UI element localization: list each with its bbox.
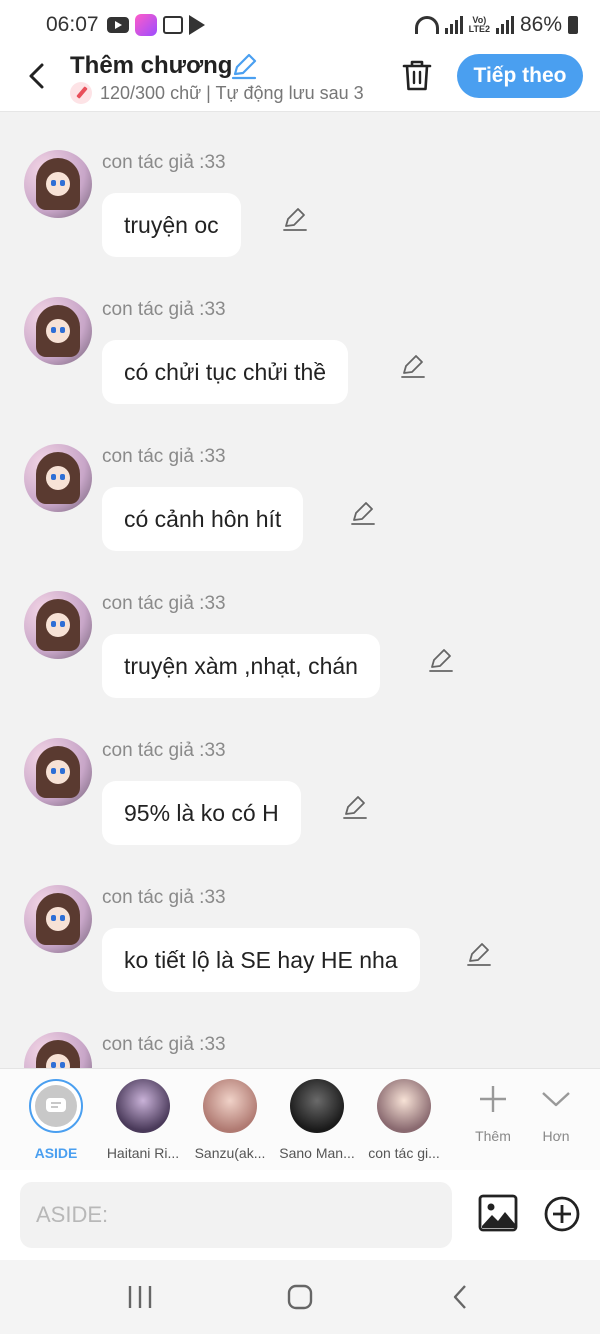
recent-apps-button[interactable] — [110, 1277, 170, 1317]
more-label: Thêm — [475, 1128, 511, 1144]
character-label: ASIDE — [34, 1145, 78, 1161]
message-list: con tác giả :33 truyện oc con tác giả :3… — [0, 112, 600, 1068]
word-count-autosave: 120/300 chữ | Tự động lưu sau 3 — [70, 82, 375, 104]
character-label: con tác gi... — [368, 1145, 440, 1161]
message-item: con tác giả :33 — [0, 1032, 600, 1068]
message-input[interactable] — [20, 1182, 452, 1248]
message-bubble[interactable]: truyện oc — [102, 193, 241, 257]
compose-bar — [0, 1170, 600, 1260]
avatar — [377, 1079, 431, 1133]
edit-message-icon[interactable] — [400, 353, 426, 379]
battery-icon — [568, 16, 578, 34]
app-notification-icon — [134, 14, 157, 36]
message-item: con tác giả :33 truyện xàm ,nhạt, chán — [0, 591, 600, 731]
character-con-tac-gia[interactable]: con tác gi... — [359, 1079, 449, 1161]
signal-icon — [444, 16, 463, 34]
message-author: con tác giả :33 — [102, 299, 226, 320]
message-item: con tác giả :33 có chửi tục chửi thề — [0, 297, 600, 437]
battery-percent: 86% — [519, 13, 562, 36]
message-bubble[interactable]: truyện xàm ,nhạt, chán — [102, 634, 380, 698]
edit-message-icon[interactable] — [466, 941, 492, 967]
play-store-icon — [188, 15, 205, 35]
youtube-icon — [106, 17, 129, 33]
character-sanzu[interactable]: Sanzu(ak... — [185, 1079, 275, 1161]
gallery-icon — [162, 16, 183, 34]
app-header: Thêm chương 120/300 chữ | Tự động lưu sa… — [0, 50, 600, 112]
message-author: con tác giả :33 — [102, 152, 226, 173]
message-bubble[interactable]: có chửi tục chửi thề — [102, 340, 349, 404]
avatar[interactable] — [24, 885, 92, 953]
edit-message-icon[interactable] — [350, 500, 376, 526]
character-label: Haitani Ri... — [106, 1145, 180, 1161]
next-button[interactable]: Tiếp theo — [457, 54, 583, 98]
character-haitani[interactable]: Haitani Ri... — [98, 1079, 188, 1161]
avatar[interactable] — [24, 1032, 92, 1068]
chevron-down-icon — [542, 1092, 570, 1107]
message-bubble[interactable]: có cảnh hôn hít — [102, 487, 304, 551]
message-bubble[interactable]: ko tiết lộ là SE hay HE nha — [102, 928, 420, 992]
lte-label: Vo) LTE2 — [468, 15, 490, 34]
page-title: Thêm chương — [70, 52, 233, 79]
edit-title-icon[interactable] — [230, 52, 258, 80]
wifi-icon — [414, 16, 439, 34]
message-author: con tác giả :33 — [102, 740, 226, 761]
signal-icon-2 — [495, 16, 514, 34]
character-sano[interactable]: Sano Man... — [272, 1079, 362, 1161]
add-circle-button[interactable] — [542, 1194, 582, 1234]
edit-message-icon[interactable] — [342, 794, 368, 820]
avatar[interactable] — [24, 738, 92, 806]
status-bar: 06:07 Vo) LTE2 86% — [0, 0, 600, 50]
expand-button[interactable]: Hơn — [526, 1083, 586, 1144]
edit-message-icon[interactable] — [428, 647, 454, 673]
message-author: con tác giả :33 — [102, 593, 226, 614]
chevron-left-icon — [29, 63, 44, 89]
message-item: con tác giả :33 truyện oc — [0, 150, 600, 290]
image-button[interactable] — [478, 1194, 518, 1232]
avatar[interactable] — [24, 591, 92, 659]
character-aside[interactable]: ASIDE — [11, 1079, 101, 1161]
home-icon — [287, 1284, 313, 1310]
add-character-button[interactable]: Thêm — [463, 1083, 523, 1144]
expand-label: Hơn — [542, 1128, 570, 1144]
aside-avatar — [29, 1079, 83, 1133]
recent-apps-icon — [128, 1286, 152, 1308]
avatar — [203, 1079, 257, 1133]
nav-back-button[interactable] — [430, 1277, 490, 1317]
message-author: con tác giả :33 — [102, 446, 226, 467]
avatar[interactable] — [24, 297, 92, 365]
avatar — [290, 1079, 344, 1133]
home-button[interactable] — [270, 1277, 330, 1317]
pencil-icon — [70, 82, 92, 104]
message-item: con tác giả :33 có cảnh hôn hít — [0, 444, 600, 584]
chat-bubble-icon — [46, 1098, 66, 1112]
avatar — [116, 1079, 170, 1133]
back-button[interactable] — [22, 62, 50, 90]
character-selector: ASIDE Haitani Ri... Sanzu(ak... Sano Man… — [0, 1068, 600, 1170]
system-nav-bar — [0, 1260, 600, 1334]
plus-icon — [480, 1086, 506, 1112]
message-item: con tác giả :33 95% là ko có H — [0, 738, 600, 878]
message-bubble[interactable]: 95% là ko có H — [102, 781, 301, 845]
edit-message-icon[interactable] — [282, 206, 308, 232]
status-time: 06:07 — [46, 13, 99, 36]
character-label: Sano Man... — [279, 1145, 355, 1161]
character-label: Sanzu(ak... — [194, 1145, 266, 1161]
message-author: con tác giả :33 — [102, 1034, 226, 1055]
message-author: con tác giả :33 — [102, 887, 226, 908]
subtitle-text: 120/300 chữ | Tự động lưu sau 3 — [100, 82, 364, 103]
back-icon — [453, 1285, 466, 1309]
avatar[interactable] — [24, 150, 92, 218]
trash-button[interactable] — [400, 58, 434, 92]
message-item: con tác giả :33 ko tiết lộ là SE hay HE … — [0, 885, 600, 1025]
avatar[interactable] — [24, 444, 92, 512]
